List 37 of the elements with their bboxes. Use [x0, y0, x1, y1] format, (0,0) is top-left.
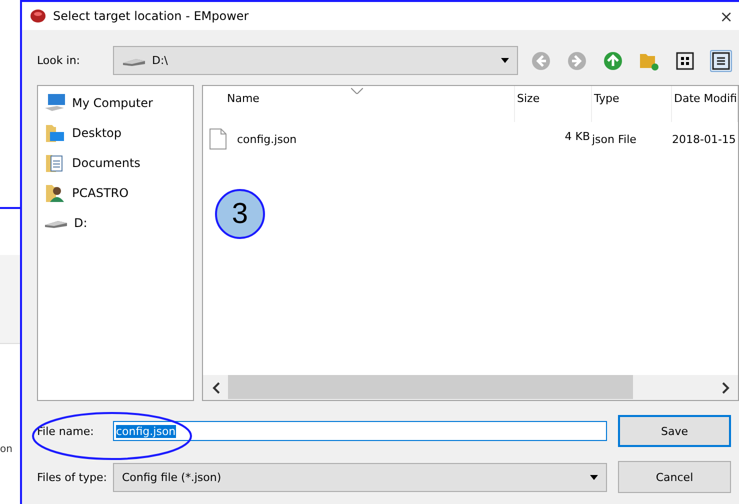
desktop-folder-icon	[44, 123, 66, 143]
scrollbar-thumb[interactable]	[228, 375, 633, 399]
column-header[interactable]: Date Modifi	[672, 86, 738, 122]
grid-view-icon[interactable]	[676, 52, 694, 70]
table-cell-text: 2018-01-15	[672, 132, 737, 146]
list-view-icon[interactable]	[712, 52, 730, 70]
dropdown-caret-icon[interactable]	[501, 58, 509, 63]
app-logo-icon	[30, 9, 46, 23]
scroll-right-icon[interactable]	[722, 382, 730, 394]
places-item[interactable]: Documents	[44, 152, 187, 174]
file-type-dropdown[interactable]: Config file (*.json)	[113, 462, 607, 492]
file-icon	[209, 128, 227, 150]
file-name-field[interactable]: config.json	[113, 421, 607, 441]
drive-icon	[44, 218, 68, 228]
scroll-left-icon[interactable]	[212, 382, 220, 394]
user-folder-icon	[44, 183, 66, 203]
dropdown-caret-icon[interactable]	[590, 474, 598, 480]
places-item[interactable]: PCASTRO	[44, 182, 187, 204]
column-header[interactable]: Type	[592, 86, 672, 122]
table-cell-text: 4 KB	[564, 130, 591, 143]
background-text: on	[0, 444, 14, 455]
column-header[interactable]: Name	[203, 86, 515, 122]
table-cell-text: json File	[592, 132, 638, 146]
places-item[interactable]: Desktop	[44, 122, 187, 144]
save-button[interactable]: Save	[618, 415, 731, 447]
look-in-label: Look in:	[37, 54, 81, 67]
computer-icon	[44, 93, 66, 113]
cancel-button[interactable]: Cancel	[618, 461, 731, 493]
places-item[interactable]: My Computer	[44, 92, 187, 114]
window-title: Select target location - EMpower	[53, 9, 250, 23]
sort-chevron-icon	[351, 88, 363, 94]
table-cell: config.json	[237, 132, 297, 146]
file-type-label: Files of type:	[37, 470, 108, 484]
look-in-dropdown[interactable]: D:\	[113, 46, 518, 75]
places-item[interactable]: D:	[44, 212, 187, 234]
column-header[interactable]: Size	[515, 86, 592, 122]
close-button[interactable]: ×	[720, 6, 733, 26]
